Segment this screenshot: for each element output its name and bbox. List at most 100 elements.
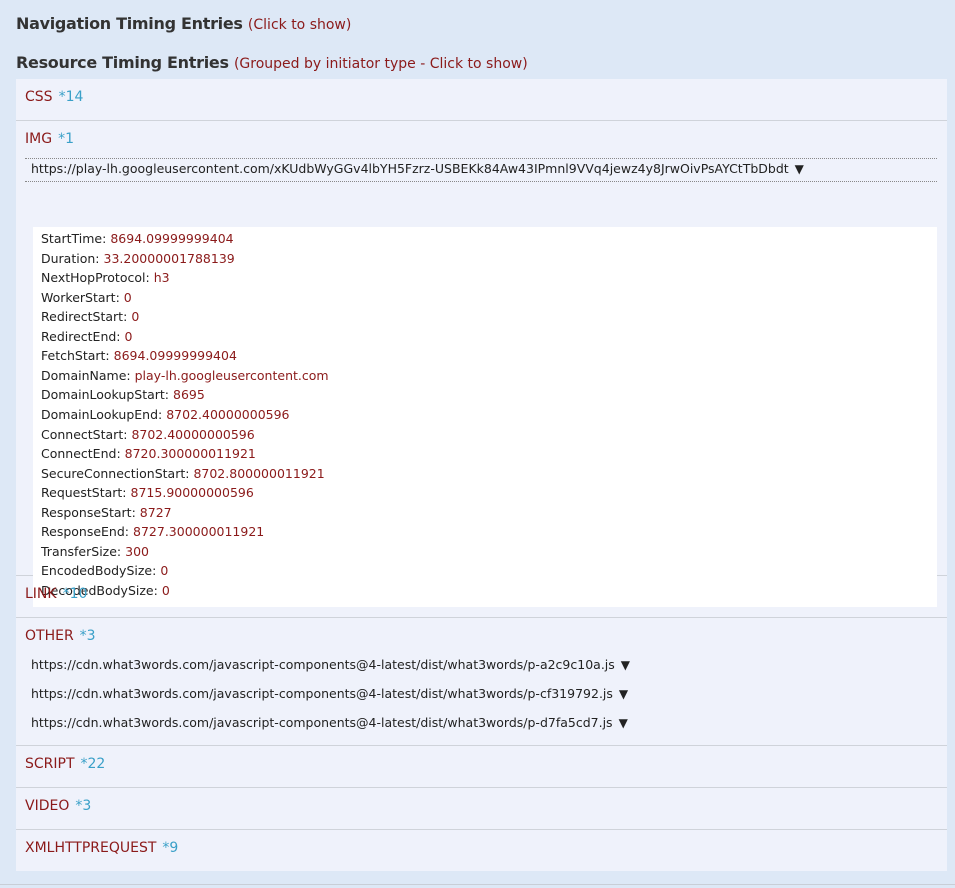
group-other: OTHER *3 https://cdn.what3words.com/javas… <box>16 618 947 746</box>
page: Navigation Timing Entries (Click to show… <box>0 0 955 888</box>
group-script: SCRIPT *22 <box>16 746 947 788</box>
detail-value: 8702.40000000596 <box>166 406 290 422</box>
detail-row: FetchStart: 8694.09999999404 <box>41 348 237 363</box>
detail-row: RedirectStart: 0 <box>41 309 139 324</box>
chevron-down-icon: ▼ <box>620 658 631 672</box>
group-link: LINK *10 <box>16 576 947 618</box>
group-name: IMG <box>25 131 53 147</box>
group-count: *3 <box>75 798 92 814</box>
group-css: CSS *14 <box>16 79 947 121</box>
detail-value: 8727 <box>139 504 172 520</box>
group-img-header[interactable]: IMG *1 <box>25 131 74 147</box>
detail-row: DomainName: play-lh.googleusercontent.com <box>41 368 329 383</box>
other-resource-url[interactable]: https://cdn.what3words.com/javascript-co… <box>31 715 628 730</box>
detail-row: ConnectEnd: 8720.300000011921 <box>41 446 256 461</box>
detail-key: NextHopProtocol: <box>41 270 150 286</box>
detail-row: NextHopProtocol: h3 <box>41 270 170 285</box>
detail-value: 0 <box>123 289 132 305</box>
group-count: *1 <box>58 131 74 147</box>
other-resource-url[interactable]: https://cdn.what3words.com/javascript-co… <box>31 686 628 701</box>
group-name: LINK <box>25 586 57 602</box>
group-img: IMG *1 https://play-lh.googleusercontent.… <box>16 121 947 607</box>
detail-key: FetchStart: <box>41 348 110 364</box>
detail-value: 0 <box>131 309 140 325</box>
detail-value: 8702.800000011921 <box>193 465 325 481</box>
detail-key: DomainLookupEnd: <box>41 406 163 422</box>
detail-value: 8715.90000000596 <box>130 485 254 501</box>
chevron-down-icon: ▼ <box>794 162 804 176</box>
detail-key: SecureConnectionStart: <box>41 465 190 481</box>
group-name: OTHER <box>25 628 74 644</box>
img-resource-details: StartTime: 8694.09999999404 Duration: 33.20… <box>33 227 937 607</box>
img-resource-url[interactable]: https://play-lh.googleusercontent.com/xK… <box>31 161 804 176</box>
group-count: *3 <box>79 628 96 644</box>
resource-url-text: https://play-lh.googleusercontent.com/xK… <box>31 161 789 176</box>
group-count: *22 <box>80 756 106 772</box>
resource-url-text: https://cdn.what3words.com/javascript-co… <box>31 657 615 672</box>
detail-row: ConnectStart: 8702.40000000596 <box>41 427 255 442</box>
detail-row: ResponseEnd: 8727.300000011921 <box>41 524 264 539</box>
detail-row: DomainLookupEnd: 8702.40000000596 <box>41 407 290 422</box>
group-xmlhttprequest: XMLHTTPREQUEST *9 <box>16 830 947 871</box>
navigation-timing-header[interactable]: Navigation Timing Entries (Click to show… <box>16 14 351 33</box>
detail-value: 300 <box>125 543 149 559</box>
group-name: SCRIPT <box>25 756 75 772</box>
detail-key: RedirectStart: <box>41 309 128 325</box>
group-script-header[interactable]: SCRIPT *22 <box>25 756 105 772</box>
detail-key: ConnectStart: <box>41 426 128 442</box>
detail-value: 8727.300000011921 <box>133 524 265 540</box>
detail-key: WorkerStart: <box>41 289 120 305</box>
resource-url-text: https://cdn.what3words.com/javascript-co… <box>31 686 613 701</box>
group-other-header[interactable]: OTHER *3 <box>25 628 96 644</box>
chevron-down-icon: ▼ <box>618 687 629 701</box>
detail-key: ResponseEnd: <box>41 524 130 540</box>
detail-key: ConnectEnd: <box>41 446 121 462</box>
group-count: *9 <box>162 840 179 856</box>
navigation-timing-title: Navigation Timing Entries <box>16 14 243 33</box>
detail-row: Duration: 33.20000001788139 <box>41 251 235 266</box>
detail-key: TransferSize: <box>41 543 122 559</box>
navigation-timing-hint: (Click to show) <box>247 17 352 33</box>
detail-row: RedirectEnd: 0 <box>41 329 132 344</box>
detail-value: h3 <box>153 270 170 286</box>
group-video-header[interactable]: VIDEO *3 <box>25 798 91 814</box>
detail-key: ResponseStart: <box>41 504 136 520</box>
detail-value: 33.20000001788139 <box>103 250 235 266</box>
group-xmlhttprequest-header[interactable]: XMLHTTPREQUEST *9 <box>25 840 178 856</box>
resource-timing-hint: (Grouped by initiator type - Click to sh… <box>233 56 528 72</box>
group-name: VIDEO <box>25 798 70 814</box>
group-link-header[interactable]: LINK *10 <box>25 586 87 602</box>
detail-value: 8694.09999999404 <box>113 348 237 364</box>
detail-value: 8695 <box>173 387 205 403</box>
detail-row: DomainLookupStart: 8695 <box>41 387 205 402</box>
group-name: XMLHTTPREQUEST <box>25 840 157 856</box>
detail-key: DomainName: <box>41 367 131 383</box>
group-count: *10 <box>62 586 88 602</box>
detail-row: StartTime: 8694.09999999404 <box>41 231 234 246</box>
detail-row: RequestStart: 8715.90000000596 <box>41 485 254 500</box>
detail-value: 0 <box>124 328 133 344</box>
detail-row: TransferSize: 300 <box>41 544 149 559</box>
detail-key: StartTime: <box>41 231 107 246</box>
group-video: VIDEO *3 <box>16 788 947 830</box>
detail-value: play-lh.googleusercontent.com <box>134 367 329 383</box>
resource-url-text: https://cdn.what3words.com/javascript-co… <box>31 715 613 730</box>
group-count: *14 <box>58 89 84 105</box>
bottom-divider <box>0 884 955 885</box>
detail-row: ResponseStart: 8727 <box>41 505 172 520</box>
group-css-header[interactable]: CSS *14 <box>25 89 83 105</box>
detail-value: 8720.300000011921 <box>124 446 256 462</box>
detail-row: WorkerStart: 0 <box>41 290 132 305</box>
detail-key: Duration: <box>41 250 100 266</box>
group-name: CSS <box>25 89 53 105</box>
detail-key: RedirectEnd: <box>41 328 121 344</box>
other-resource-url[interactable]: https://cdn.what3words.com/javascript-co… <box>31 657 630 672</box>
resource-timing-title: Resource Timing Entries <box>16 53 229 72</box>
detail-value: 8702.40000000596 <box>131 426 255 442</box>
resource-groups-panel: CSS *14 IMG *1 https://play-lh.googleuserc… <box>16 79 947 871</box>
detail-row: SecureConnectionStart: 8702.800000011921 <box>41 466 325 481</box>
detail-value: 8694.09999999404 <box>110 231 234 246</box>
resource-timing-header[interactable]: Resource Timing Entries (Grouped by init… <box>16 53 528 72</box>
detail-key: DomainLookupStart: <box>41 387 170 403</box>
chevron-down-icon: ▼ <box>618 716 628 730</box>
